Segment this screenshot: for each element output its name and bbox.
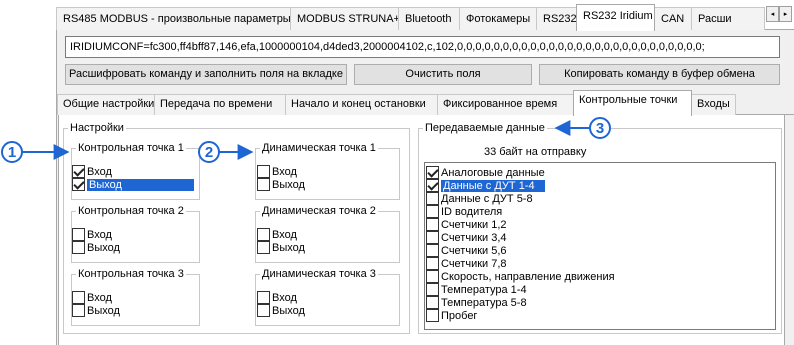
callout-3-marker: 3 <box>589 117 611 139</box>
callout-1-marker: 1 <box>1 141 23 163</box>
tab-checkpoints[interactable]: Контрольные точки <box>573 90 692 116</box>
tab-rs232-iridium[interactable]: RS232 Iridium <box>576 4 655 31</box>
callout-arrows <box>21 120 589 160</box>
callout-2-marker: 2 <box>198 141 220 163</box>
